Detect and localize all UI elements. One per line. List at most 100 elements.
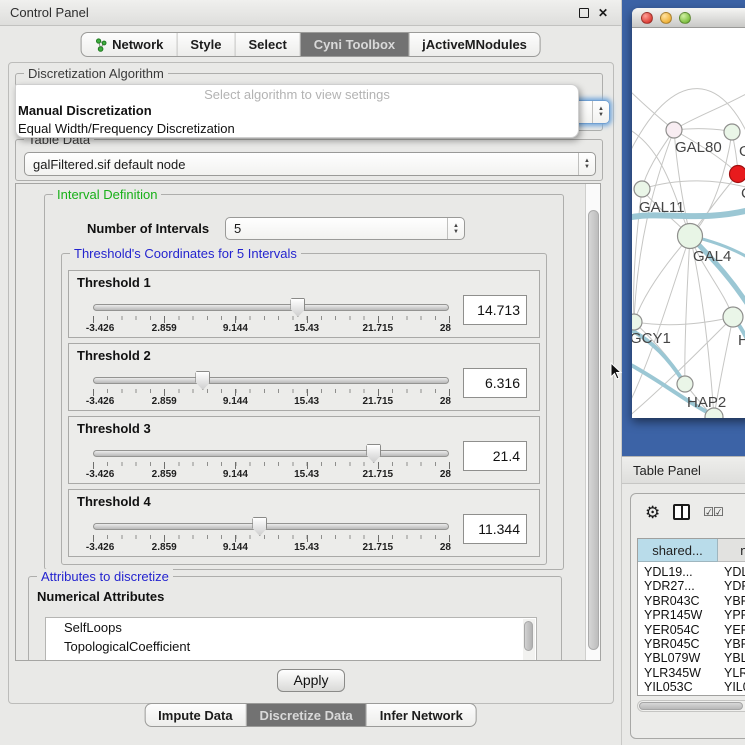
table-row[interactable]: YER054CYER0 [638, 623, 745, 637]
table-panel: Table Panel ⚙ ☑☑ shared... na YDL19...YD… [622, 456, 745, 745]
list-item[interactable]: BetweennessCentrality [46, 656, 536, 661]
slider-track[interactable] [93, 377, 449, 384]
dropdown-option-equal-width[interactable]: Equal Width/Frequency Discretization [16, 120, 578, 138]
tab-impute-data[interactable]: Impute Data [145, 704, 246, 726]
tab-discretize-data[interactable]: Discretize Data [247, 704, 367, 726]
number-of-intervals-value: 5 [234, 221, 241, 236]
algorithm-dropdown-popup: Select algorithm to view settings Manual… [15, 84, 579, 138]
threshold-2-value-field[interactable] [463, 368, 527, 398]
combo-stepper-icon[interactable]: ▲▼ [592, 101, 609, 123]
split-columns-icon[interactable] [673, 504, 690, 520]
settings-scrollbar-thumb[interactable] [588, 210, 599, 650]
table-row[interactable]: YBR043CYBR0 [638, 594, 745, 608]
checkbox-columns-icon[interactable]: ☑☑ [703, 505, 723, 519]
zoom-traffic-icon[interactable] [679, 12, 691, 24]
node-label-gcy1: GCY1 [632, 330, 671, 347]
slider-ticks [93, 389, 450, 395]
tab-jactivemnodules[interactable]: jActiveMNodules [409, 33, 540, 56]
slider-ticks [93, 462, 450, 468]
threshold-handle-4[interactable] [252, 517, 267, 536]
table-row[interactable]: YBL079WYBL0 [638, 651, 745, 665]
node-label-gal11: GAL11 [639, 199, 685, 216]
threshold-1-slider: -3.426 2.859 9.144 15.43 21.715 28 [93, 271, 449, 339]
combo-stepper-icon[interactable]: ▲▼ [447, 218, 464, 239]
dropdown-prompt: Select algorithm to view settings [16, 85, 578, 102]
settings-scrollbar[interactable] [585, 184, 600, 660]
threshold-1-box: Threshold 1 -3.426 2.859 9.144 [68, 270, 540, 338]
table-row[interactable]: YDR27...YDR2 [638, 579, 745, 593]
threshold-2-box: Threshold 2 -3.426 2.859 9.144 [68, 343, 540, 411]
node-label-gal4: GAL4 [693, 248, 731, 265]
number-of-intervals-combobox[interactable]: 5 ▲▼ [225, 217, 465, 240]
top-tab-bar: Network Style Select Cyni Toolbox jActiv… [80, 32, 541, 57]
node-gal80 [666, 122, 682, 138]
table-scrollbar-thumb[interactable] [639, 702, 743, 710]
cyni-toolbox-panel: Discretization Algorithm ▲▼ Select algor… [8, 62, 614, 704]
float-window-icon[interactable] [579, 8, 589, 18]
network-view-window: GAL80 GA C GAL11 GAL4 GCY1 H HAP2 [632, 8, 745, 418]
tab-style[interactable]: Style [177, 33, 235, 56]
interval-definition-group: Interval Definition Number of Intervals … [44, 194, 564, 570]
thresholds-group-label: Threshold's Coordinates for 5 Intervals [70, 246, 301, 261]
threshold-1-value-field[interactable] [463, 295, 527, 325]
list-scrollbar-thumb[interactable] [524, 621, 533, 651]
table-horizontal-scrollbar[interactable] [637, 700, 745, 712]
dropdown-option-manual[interactable]: Manual Discretization [16, 102, 578, 120]
table-row[interactable]: YLR345WYLR3 [638, 666, 745, 680]
thresholds-group: Threshold's Coordinates for 5 Intervals … [61, 253, 547, 565]
slider-tick-labels: -3.426 2.859 9.144 15.43 21.715 28 [93, 469, 449, 481]
network-window-titlebar[interactable] [632, 8, 745, 28]
threshold-handle-2[interactable] [195, 371, 210, 390]
slider-ticks [93, 316, 450, 322]
control-panel-titlebar: Control Panel ✕ [0, 0, 621, 26]
slider-track[interactable] [93, 450, 449, 457]
mouse-cursor [610, 362, 623, 381]
table-data-combobox[interactable]: galFiltered.sif default node ▲▼ [24, 152, 596, 176]
apply-button[interactable]: Apply [277, 669, 345, 692]
combo-stepper-icon[interactable]: ▲▼ [578, 153, 595, 175]
threshold-4-value-field[interactable] [463, 514, 527, 544]
tab-network[interactable]: Network [81, 33, 177, 56]
column-header-shared-name[interactable]: shared... [638, 539, 718, 562]
minimize-traffic-icon[interactable] [660, 12, 672, 24]
control-panel: Control Panel ✕ Network Style Select Cyn… [0, 0, 622, 745]
number-of-intervals-label: Number of Intervals [87, 221, 209, 236]
attributes-group: Attributes to discretize Numerical Attri… [28, 576, 562, 661]
slider-tick-labels: -3.426 2.859 9.144 15.43 21.715 28 [93, 323, 449, 335]
tab-infer-network[interactable]: Infer Network [367, 704, 476, 726]
tab-label: Network [112, 37, 163, 52]
column-header-name[interactable]: na [718, 539, 745, 562]
threshold-3-value-field[interactable] [463, 441, 527, 471]
node-attribute-table: shared... na YDL19...YDL1 YDR27...YDR2 Y… [637, 538, 745, 696]
list-item[interactable]: SelfLoops [46, 618, 536, 637]
slider-ticks [93, 535, 450, 541]
node-label-gal80: GAL80 [675, 139, 722, 156]
node-h [723, 307, 743, 327]
network-icon [94, 38, 107, 52]
table-row[interactable]: YDL19...YDL1 [638, 565, 745, 579]
table-row[interactable]: YBR045CYBR0 [638, 637, 745, 651]
list-scrollbar[interactable] [523, 619, 535, 661]
node-ga [724, 124, 740, 140]
tab-cyni-toolbox[interactable]: Cyni Toolbox [301, 33, 409, 56]
close-traffic-icon[interactable] [641, 12, 653, 24]
table-panel-body: ⚙ ☑☑ shared... na YDL19...YDL1 YDR27...Y… [630, 493, 745, 739]
interval-definition-label: Interval Definition [53, 187, 161, 202]
tab-select[interactable]: Select [235, 33, 300, 56]
table-row[interactable]: YPR145WYPR1 [638, 608, 745, 622]
threshold-4-box: Threshold 4 -3.426 2.859 9.144 [68, 489, 540, 557]
slider-track[interactable] [93, 304, 449, 311]
numerical-attributes-list[interactable]: SelfLoops TopologicalCoefficient Between… [45, 617, 537, 661]
close-icon[interactable]: ✕ [595, 6, 611, 20]
numerical-attributes-label: Numerical Attributes [37, 589, 164, 604]
table-row[interactable]: YIL053CYIL0 [638, 680, 745, 694]
gear-icon[interactable]: ⚙ [645, 504, 660, 521]
table-panel-toolbar: ⚙ ☑☑ [631, 494, 745, 530]
list-item[interactable]: TopologicalCoefficient [46, 637, 536, 656]
threshold-handle-3[interactable] [366, 444, 381, 463]
network-canvas[interactable]: GAL80 GA C GAL11 GAL4 GCY1 H HAP2 [632, 28, 745, 418]
slider-track[interactable] [93, 523, 449, 530]
threshold-handle-1[interactable] [290, 298, 305, 317]
node-hap2 [677, 376, 693, 392]
node-gcy1 [632, 314, 642, 330]
